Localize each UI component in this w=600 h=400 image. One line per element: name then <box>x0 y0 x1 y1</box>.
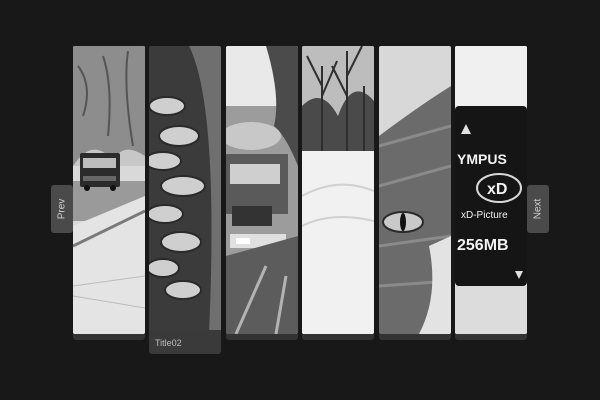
school-bus-snow-image <box>73 46 145 334</box>
truck-image <box>226 46 298 334</box>
slide-title: Title02 <box>149 330 221 354</box>
slide-1[interactable] <box>73 46 145 334</box>
card-type-text: xD-Picture <box>461 210 508 221</box>
slide-4-base <box>302 334 374 340</box>
card-logo-text: xD <box>487 181 507 198</box>
slide-6-base <box>455 334 527 340</box>
pine-cone-image <box>149 46 221 334</box>
memory-card-image: YMPUS xD xD-Picture 256MB <box>455 46 527 334</box>
slider-gallery: Title02 YMPUS xD xD-Picture 256MB Prev N… <box>0 0 600 400</box>
prev-button[interactable]: Prev <box>51 185 73 233</box>
slide-1-base <box>73 334 145 340</box>
card-brand-text: YMPUS <box>457 151 507 167</box>
slide-5-base <box>379 334 451 340</box>
slide-2[interactable] <box>149 46 221 334</box>
snowy-trees-image <box>302 46 374 334</box>
prev-label: Prev <box>56 198 68 220</box>
slide-6[interactable]: YMPUS xD xD-Picture 256MB <box>455 46 527 334</box>
slide-3[interactable] <box>226 46 298 334</box>
cat-eye-image <box>379 46 451 334</box>
slide-4[interactable] <box>302 46 374 334</box>
slide-3-base <box>226 334 298 340</box>
next-label: Next <box>532 198 544 220</box>
card-size-text: 256MB <box>457 237 509 254</box>
slide-5[interactable] <box>379 46 451 334</box>
next-button[interactable]: Next <box>527 185 549 233</box>
